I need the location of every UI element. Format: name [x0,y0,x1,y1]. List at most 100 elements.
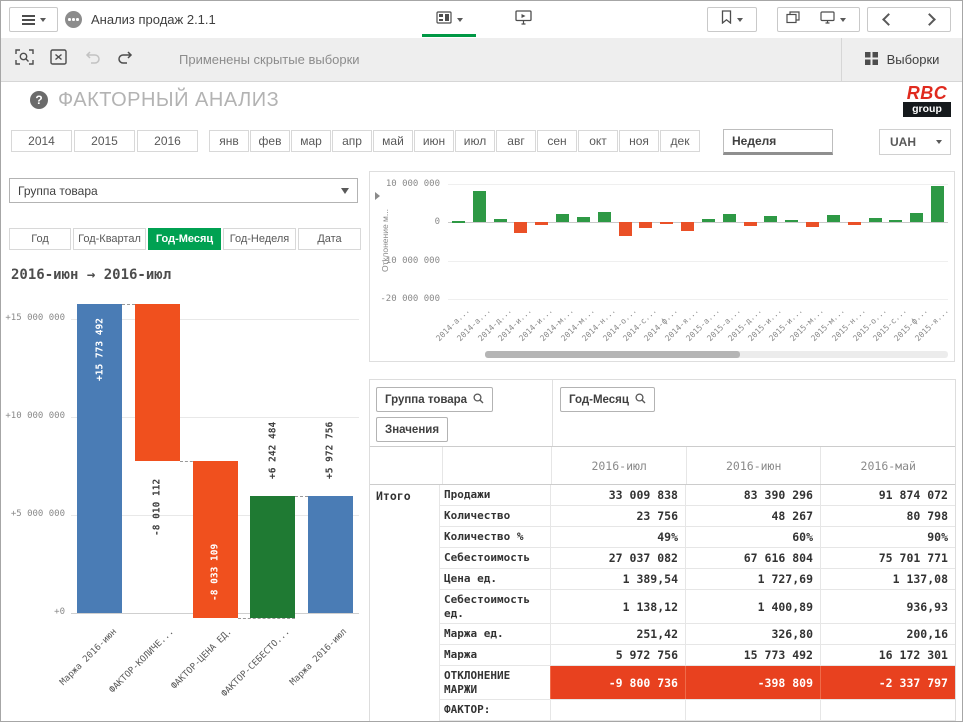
pivot-column-header[interactable]: 2016-июн [686,447,821,484]
bar-value-label: -8 033 109 [208,530,222,614]
deviation-bar[interactable] [806,222,819,227]
pivot-value-cell: 23 756 [550,506,685,526]
deviation-bar[interactable] [639,222,652,228]
pivot-body-rows: Продажи33 009 83883 390 29691 874 072Кол… [439,485,955,721]
pivot-value-cell: -9 800 736 [550,666,685,699]
waterfall-bar[interactable] [250,496,295,618]
deviation-bar[interactable] [452,221,465,223]
display-options-button[interactable] [807,7,860,32]
deviation-bar[interactable] [785,220,798,222]
waterfall-bar[interactable] [308,496,353,613]
pivot-value-cell: -398 809 [685,666,820,699]
month-button-фев[interactable]: фев [250,130,290,152]
month-button-сен[interactable]: сен [537,130,577,152]
hamburger-icon [22,15,35,25]
next-sheet-button[interactable] [908,7,951,32]
deviation-bar[interactable] [764,216,777,222]
month-button-июн[interactable]: июн [414,130,454,152]
pivot-value-cell: 15 773 492 [685,645,820,665]
table-row: Себестоимость27 037 08267 616 80475 701 … [440,548,955,569]
month-button-апр[interactable]: апр [332,130,372,152]
selections-message: Применены скрытые выборки [179,38,360,81]
deviation-bar[interactable] [702,219,715,222]
deviation-bar[interactable] [494,219,507,222]
month-button-дек[interactable]: дек [660,130,700,152]
month-button-июл[interactable]: июл [455,130,495,152]
tab-Год-Неделя[interactable]: Год-Неделя [223,228,296,250]
deviation-bar[interactable] [889,220,902,222]
deviation-bar[interactable] [598,212,611,222]
week-filter-listbox[interactable]: Неделя [723,129,833,155]
chevron-down-icon [457,18,463,22]
deviation-bar[interactable] [723,214,736,222]
scrollbar-thumb[interactable] [485,351,740,358]
pivot-value-cell: 90% [820,527,955,547]
month-button-ноя[interactable]: ноя [619,130,659,152]
pivot-values-button[interactable]: Значения [376,417,448,442]
presentation-button[interactable] [506,7,540,32]
help-button[interactable]: ? [30,91,48,109]
pivot-row-label: Продажи [440,485,550,505]
tab-Год-Квартал[interactable]: Год-Квартал [73,228,146,250]
spacer [442,447,552,484]
deviation-bar[interactable] [577,217,590,222]
pivot-column-dimension-button[interactable]: Год-Месяц [560,387,655,412]
deviation-bar[interactable] [535,222,548,224]
y-axis-tick-label: -10 000 000 [380,256,440,266]
tab-Год-Месяц[interactable]: Год-Месяц [148,228,221,250]
deviation-bar[interactable] [660,222,673,224]
pivot-dimension-button[interactable]: Группа товара [376,387,493,412]
product-group-dropdown[interactable]: Группа товара [9,178,358,203]
selections-forward-button[interactable] [109,38,143,81]
smart-search-button[interactable] [7,38,41,81]
deviation-bar[interactable] [744,222,757,225]
waterfall-bar[interactable] [135,304,180,461]
month-button-авг[interactable]: авг [496,130,536,152]
month-button-окт[interactable]: окт [578,130,618,152]
bookmarks-button[interactable] [707,7,757,32]
table-row: Маржа ед.251,42326,80200,16 [440,624,955,645]
table-row: Себестоимость ед.1 138,121 400,89936,93 [440,590,955,624]
selections-panel-button[interactable]: Выборки [841,38,962,81]
previous-sheet-button[interactable] [867,7,909,32]
duplicate-button[interactable] [777,7,808,32]
waterfall-chart: +15 000 000+10 000 000+5 000 000+0+15 77… [9,291,361,715]
deviation-bar[interactable] [681,222,694,231]
pivot-row-label: ФАКТОР: [440,700,550,720]
pivot-row-label: Себестоимость ед. [440,590,550,623]
selections-back-button[interactable] [75,38,109,81]
sheet-selector-button[interactable] [425,7,473,32]
tab-Дата[interactable]: Дата [298,228,361,250]
deviation-bar[interactable] [619,222,632,236]
clear-selections-button[interactable] [41,38,75,81]
year-button-2015[interactable]: 2015 [74,130,135,152]
pivot-value-cell: 1 389,54 [550,569,685,589]
logo-text-rbc: RBC [903,85,951,102]
month-button-май[interactable]: май [373,130,413,152]
deviation-bar[interactable] [869,218,882,222]
table-row: Количество %49%60%90% [440,527,955,548]
chevron-right-icon [923,13,936,26]
chevron-down-icon [40,18,46,22]
deviation-bar[interactable] [514,222,527,233]
month-button-мар[interactable]: мар [291,130,331,152]
pivot-row-label: ОТКЛОНЕНИЕ МАРЖИ [440,666,550,699]
horizontal-scrollbar [485,351,948,358]
year-button-2014[interactable]: 2014 [11,130,72,152]
app-menu-button[interactable] [9,7,58,32]
currency-dropdown[interactable]: UAH [879,129,951,155]
pivot-value-cell: 326,80 [685,624,820,644]
deviation-bar[interactable] [827,215,840,222]
month-button-янв[interactable]: янв [209,130,249,152]
pivot-column-header[interactable]: 2016-июл [551,447,686,484]
chevron-down-icon [936,140,942,144]
spacer [370,447,442,484]
deviation-bar[interactable] [473,191,486,222]
pivot-column-header[interactable]: 2016-май [820,447,955,484]
deviation-bar[interactable] [910,213,923,222]
deviation-bar[interactable] [848,222,861,225]
year-button-2016[interactable]: 2016 [137,130,198,152]
deviation-bar[interactable] [931,186,944,223]
tab-Год[interactable]: Год [9,228,71,250]
deviation-bar[interactable] [556,214,569,222]
